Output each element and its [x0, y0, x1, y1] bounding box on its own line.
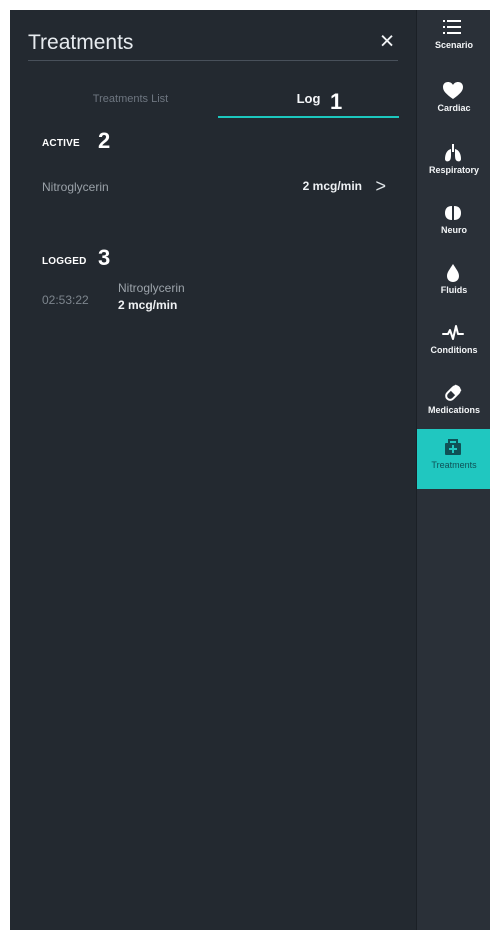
callout-2: 2 [98, 128, 111, 153]
treatments-panel: Treatments × Treatments List Log 1 ACTIV… [10, 10, 416, 930]
sidebar-item-medications[interactable]: Medications [417, 377, 490, 437]
sidebar-item-label: Medications [427, 405, 480, 415]
active-treatment-name: Nitroglycerin [42, 180, 109, 194]
pill-icon [445, 384, 462, 401]
sidebar-item-respiratory[interactable]: Respiratory [417, 137, 490, 197]
active-treatment-dose: 2 mcg/min [302, 179, 362, 193]
sidebar-item-treatments[interactable]: Treatments [417, 429, 490, 489]
logged-time: 02:53:22 [42, 293, 89, 307]
tab-bar: Treatments List Log 1 [28, 85, 399, 118]
sidebar-item-fluids[interactable]: Fluids [417, 257, 490, 317]
panel-title: Treatments [28, 31, 134, 54]
heart-icon [443, 82, 463, 99]
sidebar-item-scenario[interactable]: Scenario [417, 12, 490, 72]
sidebar-item-label: Treatments [431, 460, 477, 470]
active-treatment-row[interactable]: Nitroglycerin 2 mcg/min > [42, 177, 392, 201]
pulse-icon [442, 325, 464, 340]
sidebar-item-label: Conditions [430, 345, 478, 355]
sidebar-item-cardiac[interactable]: Cardiac [417, 75, 490, 135]
sidebar-item-label: Cardiac [437, 103, 471, 113]
callout-1: 1 [330, 89, 343, 114]
app-window: Treatments × Treatments List Log 1 ACTIV… [10, 10, 490, 930]
logged-section-label: LOGGED [42, 256, 87, 267]
sidebar-item-label: Neuro [440, 225, 467, 235]
medical-kit-icon [445, 439, 461, 455]
tab-log[interactable]: Log [218, 85, 399, 118]
brain-icon [445, 206, 461, 220]
active-section-label: ACTIVE [42, 138, 80, 149]
sidebar-item-label: Fluids [440, 285, 468, 295]
sidebar-navigation: Scenario Cardiac Respiratory Neuro Fluid… [416, 10, 490, 930]
logged-treatment-dose: 2 mcg/min [118, 298, 178, 312]
sidebar-item-neuro[interactable]: Neuro [417, 197, 490, 257]
sidebar-item-label: Scenario [434, 40, 474, 50]
panel-header: Treatments × [28, 29, 398, 61]
list-icon [443, 20, 461, 34]
callout-3: 3 [98, 245, 111, 270]
close-icon[interactable]: × [376, 29, 398, 54]
tab-treatments-list[interactable]: Treatments List [40, 85, 221, 116]
chevron-right-icon[interactable]: > [375, 177, 386, 195]
logged-treatment-name: Nitroglycerin [118, 281, 185, 295]
sidebar-item-conditions[interactable]: Conditions [417, 317, 490, 377]
lungs-icon [445, 144, 461, 162]
drop-icon [447, 264, 459, 282]
sidebar-item-label: Respiratory [428, 165, 480, 175]
logged-treatment-row: 02:53:22 Nitroglycerin 2 mcg/min [42, 281, 302, 317]
